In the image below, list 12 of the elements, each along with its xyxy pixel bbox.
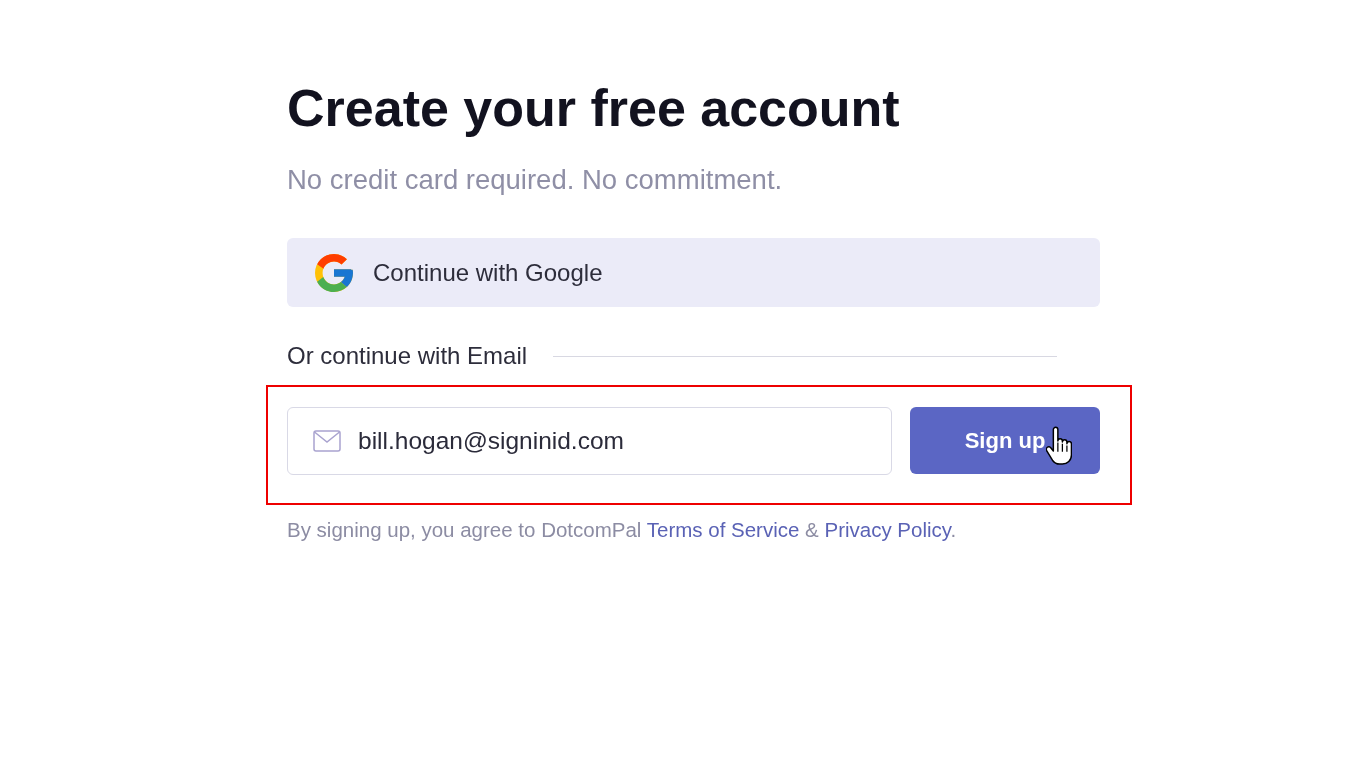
page-subheading: No credit card required. No commitment. bbox=[287, 164, 783, 196]
page-heading: Create your free account bbox=[287, 78, 900, 138]
terms-link[interactable]: Privacy Policy bbox=[824, 518, 951, 541]
terms-link[interactable]: Terms of Service bbox=[646, 518, 800, 541]
divider-label: Or continue with Email bbox=[287, 341, 528, 371]
google-logo-icon bbox=[315, 253, 353, 292]
terms-notice: By signing up, you agree to DotcomPal Terms of Service & Privacy Policy. bbox=[287, 517, 957, 543]
hand-cursor-icon bbox=[1046, 425, 1072, 467]
sign-up-button[interactable]: Sign up bbox=[910, 407, 1100, 474]
email-field[interactable]: bill.hogan@signinid.com bbox=[287, 407, 892, 475]
envelope-icon bbox=[313, 430, 341, 452]
google-sign-in-button[interactable]: Continue with Google bbox=[287, 238, 1100, 307]
